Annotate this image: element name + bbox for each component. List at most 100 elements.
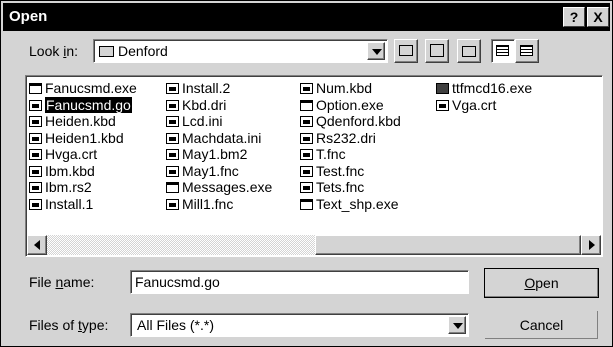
file-icon <box>436 99 449 111</box>
files-of-type-value: All Files (*.*) <box>137 317 215 333</box>
up-folder-icon <box>399 45 413 56</box>
file-item[interactable]: Kbd.dri <box>166 97 272 114</box>
file-column-2: Install.2 Kbd.dri Lcd.ini Machdata.ini May1.… <box>166 80 272 212</box>
file-icon <box>166 116 179 127</box>
file-icon <box>29 182 42 193</box>
list-view-icon <box>496 45 509 56</box>
file-column-3: Num.kbd Option.exe Qdenford.kbd Rs232.dri T.… <box>300 80 401 212</box>
file-icon <box>29 116 42 127</box>
file-item[interactable]: Vga.crt <box>436 97 532 114</box>
file-icon <box>300 132 313 144</box>
file-icon <box>166 99 179 111</box>
desktop-button[interactable] <box>425 39 449 63</box>
files-of-type-dropdown-button[interactable] <box>448 316 466 334</box>
file-icon <box>166 149 179 160</box>
desktop-icon <box>430 44 444 57</box>
file-item[interactable]: May1.bm2 <box>166 146 272 163</box>
file-name: Test.fnc <box>316 162 365 179</box>
file-list[interactable]: Fanucsmd.exe Fanucsmd.go Heiden.kbd Heiden1… <box>25 75 603 257</box>
file-name: Text_shp.exe <box>316 195 399 212</box>
file-icon <box>166 83 179 94</box>
scroll-right-button[interactable] <box>581 235 601 255</box>
window-title: Open <box>9 8 48 25</box>
file-name-input[interactable]: Fanucsmd.go <box>130 270 469 294</box>
new-folder-button[interactable] <box>457 39 481 63</box>
files-of-type-label: Files of type: <box>29 317 109 333</box>
file-item[interactable]: Text_shp.exe <box>300 196 401 213</box>
file-item[interactable]: Ibm.rs2 <box>29 179 137 196</box>
file-name: Lcd.ini <box>182 113 223 129</box>
left-arrow-icon <box>34 240 40 250</box>
file-name: Option.exe <box>316 96 384 113</box>
look-in-value: Denford <box>118 43 168 59</box>
scroll-track[interactable] <box>47 235 315 255</box>
file-name: Rs232.dri <box>316 129 376 146</box>
file-item[interactable]: Hvga.crt <box>29 146 137 163</box>
file-column-4: ttfmcd16.exe Vga.crt <box>436 80 532 113</box>
file-icon <box>166 132 179 144</box>
open-button[interactable]: Open <box>484 268 599 298</box>
file-item[interactable]: Mill1.fnc <box>166 196 272 213</box>
horizontal-scrollbar[interactable] <box>27 235 601 255</box>
file-item[interactable]: Lcd.ini <box>166 113 272 130</box>
file-item[interactable]: Test.fnc <box>300 163 401 180</box>
file-name: T.fnc <box>316 146 346 162</box>
look-in-dropdown-button[interactable] <box>367 42 385 60</box>
up-one-level-button[interactable] <box>394 39 418 63</box>
file-item[interactable]: May1.fnc <box>166 163 272 180</box>
file-name-label: File name: <box>29 274 95 290</box>
scroll-left-button[interactable] <box>27 235 47 255</box>
look-in-label: Look in: <box>29 43 79 59</box>
details-view-icon <box>520 45 533 56</box>
open-label: pen <box>535 275 559 291</box>
file-item[interactable]: T.fnc <box>300 146 401 163</box>
file-icon <box>300 165 313 177</box>
file-icon <box>29 165 42 177</box>
file-item[interactable]: Heiden.kbd <box>29 113 137 130</box>
file-icon <box>29 149 42 160</box>
help-button[interactable]: ? <box>563 7 585 27</box>
file-name: May1.bm2 <box>182 146 248 162</box>
file-item[interactable]: Heiden1.kbd <box>29 130 137 147</box>
file-item[interactable]: Option.exe <box>300 97 401 114</box>
file-item[interactable]: Qdenford.kbd <box>300 113 401 130</box>
file-icon <box>300 116 313 127</box>
file-name: Tets.fnc <box>316 179 365 195</box>
file-icon <box>300 83 313 94</box>
open-accel: O <box>524 275 536 291</box>
file-item[interactable]: Ibm.kbd <box>29 163 137 180</box>
file-column-1: Fanucsmd.exe Fanucsmd.go Heiden.kbd Heiden1… <box>29 80 137 212</box>
file-name: ttfmcd16.exe <box>452 80 533 96</box>
file-name-value: Fanucsmd.go <box>135 274 220 290</box>
file-item[interactable]: ttfmcd16.exe <box>436 80 532 97</box>
file-name: Vga.crt <box>452 96 497 113</box>
file-item[interactable]: Machdata.ini <box>166 130 272 147</box>
file-item[interactable]: Num.kbd <box>300 80 401 97</box>
open-dialog: Open ? X Look in: Denford Fanucsmd.exe Fa… <box>0 0 613 347</box>
title-bar[interactable]: Open ? X <box>3 3 610 31</box>
application-icon <box>166 182 179 193</box>
file-item[interactable]: Messages.exe <box>166 179 272 196</box>
details-view-button[interactable] <box>515 39 539 63</box>
file-name: Heiden.kbd <box>45 113 116 129</box>
file-icon <box>166 165 179 177</box>
files-of-type-combo[interactable]: All Files (*.*) <box>130 313 469 337</box>
cancel-button[interactable]: Cancel <box>484 310 599 340</box>
list-view-button[interactable] <box>491 39 515 63</box>
look-in-combo[interactable]: Denford <box>93 39 388 63</box>
file-item[interactable]: Rs232.dri <box>300 130 401 147</box>
file-name: Machdata.ini <box>182 129 262 146</box>
file-icon <box>300 149 313 160</box>
file-name: Ibm.kbd <box>45 162 95 179</box>
file-item[interactable]: Install.1 <box>29 196 137 213</box>
folder-icon <box>99 46 114 57</box>
file-item[interactable]: Install.2 <box>166 80 272 97</box>
file-name: Num.kbd <box>316 80 373 96</box>
close-button[interactable]: X <box>587 7 609 27</box>
file-name: Fanucsmd.go <box>45 96 132 113</box>
file-item[interactable]: Fanucsmd.go <box>29 96 137 114</box>
file-item[interactable]: Tets.fnc <box>300 179 401 196</box>
file-item[interactable]: Fanucsmd.exe <box>29 80 137 97</box>
scroll-thumb[interactable] <box>315 235 581 255</box>
application-icon <box>300 198 313 210</box>
